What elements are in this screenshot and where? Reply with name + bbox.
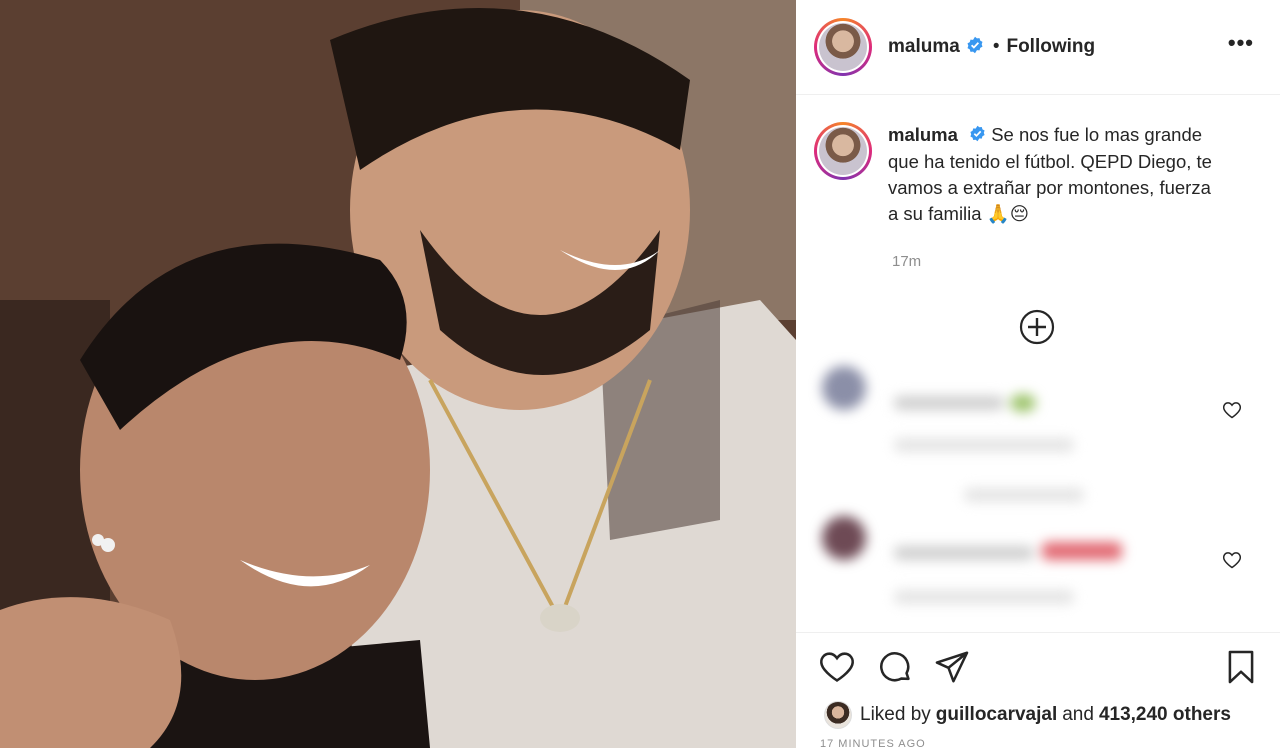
share-paper-plane-icon[interactable] xyxy=(933,648,971,686)
post-action-bar: Liked by guillocarvajal and 413,240 othe… xyxy=(796,632,1280,748)
comment-avatar xyxy=(822,366,866,410)
comment-item xyxy=(814,502,1264,622)
header-username[interactable]: maluma xyxy=(888,36,960,58)
post-side-panel: maluma • Following ••• maluma Se nos fue… xyxy=(796,0,1280,748)
load-more-comments-icon[interactable] xyxy=(1019,309,1055,345)
profile-avatar[interactable] xyxy=(814,18,872,76)
comment-item xyxy=(814,352,1264,502)
caption-avatar-image xyxy=(819,127,867,175)
likes-prefix: Liked by xyxy=(860,704,931,725)
post-header: maluma • Following ••• xyxy=(796,0,1280,95)
post-photo[interactable] xyxy=(0,0,796,748)
caption-username[interactable]: maluma xyxy=(888,124,958,145)
comment-avatar xyxy=(822,516,866,560)
verified-badge-icon xyxy=(966,36,984,59)
caption-avatar[interactable] xyxy=(814,122,872,180)
post-caption: maluma Se nos fue lo mas grande que ha t… xyxy=(814,122,1264,227)
post-photo-illustration xyxy=(0,0,796,748)
bookmark-icon[interactable] xyxy=(1222,648,1260,686)
liker-avatar[interactable] xyxy=(824,701,852,729)
post-timestamp[interactable]: 17 MINUTES AGO xyxy=(820,738,926,748)
like-heart-icon[interactable] xyxy=(818,648,856,686)
comment-icon[interactable] xyxy=(876,648,914,686)
comment-like-heart-icon[interactable] xyxy=(1222,550,1242,570)
caption-time[interactable]: 17m xyxy=(892,253,921,270)
likes-others-link[interactable]: 413,240 others xyxy=(1099,704,1231,726)
profile-avatar-image xyxy=(819,23,867,71)
likes-summary: Liked by guillocarvajal and 413,240 othe… xyxy=(824,701,1236,729)
verified-badge-icon xyxy=(969,123,986,149)
likes-connector: and xyxy=(1062,704,1094,725)
liker-username[interactable]: guillocarvajal xyxy=(936,704,1057,726)
caption-body: maluma Se nos fue lo mas grande que ha t… xyxy=(888,122,1218,227)
comment-like-heart-icon[interactable] xyxy=(1222,400,1242,420)
more-options-icon[interactable]: ••• xyxy=(1228,30,1254,56)
header-separator: • xyxy=(992,36,1000,57)
following-button[interactable]: Following xyxy=(1006,36,1095,58)
